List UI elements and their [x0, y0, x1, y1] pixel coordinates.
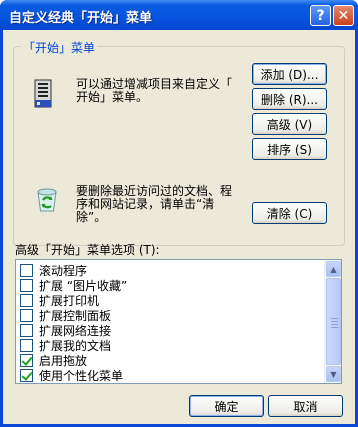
checkbox[interactable]	[20, 263, 33, 277]
checkbox[interactable]	[20, 278, 33, 292]
group-legend: 「开始」菜单	[21, 39, 98, 56]
close-button[interactable]: ✕	[333, 5, 354, 26]
customize-classic-start-menu-window: 自定义经典「开始」菜单 ? ✕ 「开始」菜单 可以通过增减项目来自定义「 开始」…	[0, 0, 358, 427]
clear-description: 要删除最近访问过的文档、程 序和网站记录，请单击“清 除”。	[76, 184, 233, 224]
help-icon: ?	[316, 7, 325, 24]
grip-line	[331, 318, 338, 319]
remove-button[interactable]: 删除 (R)...	[252, 88, 327, 110]
list-item-label: 使用个性化菜单	[39, 368, 124, 383]
clear-button[interactable]: 清除 (C)	[252, 202, 327, 224]
scroll-down-button[interactable]: ▼	[326, 366, 341, 382]
advanced-options-list[interactable]: 滚动程序 扩展 “图片收藏” 扩展打印机 扩展控制面板 扩展网络连接 扩展我的文…	[15, 259, 342, 384]
checkbox[interactable]	[20, 353, 33, 367]
list-item[interactable]: 扩展 “图片收藏”	[20, 278, 127, 293]
list-item[interactable]: 扩展打印机	[20, 293, 99, 308]
checkbox[interactable]	[20, 323, 33, 337]
help-button[interactable]: ?	[310, 5, 331, 26]
cancel-button[interactable]: 取消	[268, 395, 343, 417]
checkbox[interactable]	[20, 368, 33, 382]
start-menu-icon	[34, 79, 52, 108]
grip-line	[331, 321, 338, 322]
vertical-scrollbar[interactable]: ▲ ▼	[324, 260, 341, 383]
list-item[interactable]: 扩展我的文档	[20, 338, 111, 353]
grip-line	[331, 327, 338, 328]
scroll-thumb[interactable]	[326, 278, 341, 365]
checkbox[interactable]	[20, 293, 33, 307]
add-button[interactable]: 添加 (D)...	[252, 63, 327, 85]
checkbox[interactable]	[20, 308, 33, 322]
scroll-up-button[interactable]: ▲	[326, 261, 341, 277]
customize-description: 可以通过增减项目来自定义「 开始」菜单。	[76, 77, 233, 104]
list-item[interactable]: 扩展网络连接	[20, 323, 111, 338]
advanced-options-label: 高级「开始」菜单选项 (T):	[15, 243, 160, 257]
title-bar[interactable]: 自定义经典「开始」菜单 ? ✕	[0, 0, 358, 30]
close-icon: ✕	[337, 7, 350, 24]
start-menu-group: 「开始」菜单 可以通过增减项目来自定义「 开始」菜单。 添加 (D)... 删除…	[13, 39, 345, 246]
checkbox[interactable]	[20, 338, 33, 352]
list-item[interactable]: 扩展控制面板	[20, 308, 111, 323]
dialog-body: 「开始」菜单 可以通过增减项目来自定义「 开始」菜单。 添加 (D)... 删除…	[3, 30, 355, 424]
grip-line	[331, 324, 338, 325]
list-item[interactable]: 使用个性化菜单	[20, 368, 124, 383]
chevron-up-icon: ▲	[330, 264, 337, 274]
list-item[interactable]: 启用拖放	[20, 353, 87, 368]
sort-button[interactable]: 排序 (S)	[252, 138, 327, 160]
recycle-bin-icon	[37, 188, 57, 212]
list-item[interactable]: 滚动程序	[20, 263, 87, 278]
ok-button[interactable]: 确定	[189, 395, 264, 417]
chevron-down-icon: ▼	[330, 369, 337, 379]
advanced-button[interactable]: 高级 (V)	[252, 113, 327, 135]
window-title: 自定义经典「开始」菜单	[9, 11, 153, 26]
